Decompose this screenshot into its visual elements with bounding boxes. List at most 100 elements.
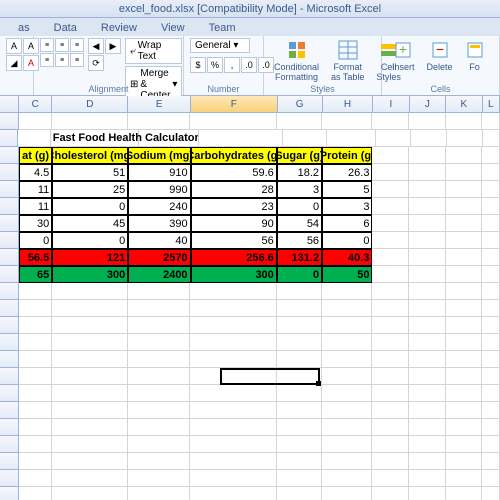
- data-cell[interactable]: 56: [191, 232, 277, 249]
- cell[interactable]: [19, 436, 52, 453]
- cell[interactable]: [277, 113, 322, 130]
- cell[interactable]: [190, 385, 276, 402]
- cell[interactable]: [446, 368, 483, 385]
- cell[interactable]: [322, 487, 372, 500]
- cell[interactable]: [409, 181, 446, 198]
- data-cell[interactable]: 26.3: [322, 164, 372, 181]
- cell[interactable]: [190, 334, 276, 351]
- row-header[interactable]: [0, 317, 19, 334]
- cell[interactable]: [409, 249, 446, 266]
- col-header-D[interactable]: D: [52, 96, 128, 113]
- cell[interactable]: [409, 198, 446, 215]
- row-header[interactable]: [0, 351, 19, 368]
- data-cell[interactable]: 990: [128, 181, 190, 198]
- cell[interactable]: [409, 113, 446, 130]
- cell[interactable]: [19, 453, 52, 470]
- cell[interactable]: [446, 181, 483, 198]
- header-cell[interactable]: Sugar (g): [277, 147, 322, 164]
- total-cell[interactable]: 56.5: [19, 249, 52, 266]
- cell[interactable]: [277, 402, 322, 419]
- cell[interactable]: [446, 317, 483, 334]
- cell[interactable]: [409, 402, 446, 419]
- cell[interactable]: [372, 283, 409, 300]
- cell[interactable]: [322, 283, 372, 300]
- data-cell[interactable]: 28: [191, 181, 277, 198]
- cell[interactable]: [409, 266, 446, 283]
- cell[interactable]: [482, 402, 500, 419]
- data-cell[interactable]: 40: [128, 232, 190, 249]
- row-header[interactable]: [0, 368, 19, 385]
- cell[interactable]: [322, 470, 372, 487]
- cell[interactable]: [52, 487, 128, 500]
- cell[interactable]: [446, 453, 483, 470]
- header-cell[interactable]: at (g): [19, 147, 52, 164]
- conditional-formatting-button[interactable]: Conditional Formatting: [270, 38, 323, 84]
- increase-indent-button[interactable]: ▶: [105, 38, 121, 54]
- cell[interactable]: [446, 164, 483, 181]
- cell[interactable]: [372, 147, 409, 164]
- data-cell[interactable]: 18.2: [277, 164, 322, 181]
- tab-formulas[interactable]: as: [8, 20, 40, 36]
- fill-color-button[interactable]: ◢: [6, 55, 22, 71]
- cell[interactable]: [52, 283, 128, 300]
- orientation-button[interactable]: ⟳: [88, 55, 104, 71]
- cell[interactable]: [446, 249, 483, 266]
- cell[interactable]: [372, 470, 409, 487]
- cell[interactable]: [409, 317, 446, 334]
- row-header[interactable]: [0, 266, 19, 283]
- cell[interactable]: [483, 130, 500, 147]
- cell[interactable]: [409, 334, 446, 351]
- total-cell[interactable]: 256.6: [191, 249, 277, 266]
- header-cell[interactable]: Protein (g): [322, 147, 372, 164]
- cell[interactable]: [446, 300, 483, 317]
- target-cell[interactable]: 50: [322, 266, 372, 283]
- cell[interactable]: [128, 334, 190, 351]
- cell[interactable]: [128, 419, 190, 436]
- data-cell[interactable]: 3: [322, 198, 372, 215]
- cell[interactable]: [446, 470, 483, 487]
- increase-decimal-button[interactable]: .0: [241, 57, 257, 73]
- data-cell[interactable]: 390: [128, 215, 190, 232]
- number-format-dropdown[interactable]: General ▾: [190, 38, 250, 53]
- cell[interactable]: [409, 487, 446, 500]
- cell[interactable]: [52, 113, 128, 130]
- cell[interactable]: [482, 436, 500, 453]
- cell[interactable]: [446, 419, 483, 436]
- row-header[interactable]: [0, 198, 19, 215]
- cell[interactable]: [322, 402, 372, 419]
- tab-team[interactable]: Team: [199, 20, 246, 36]
- cell[interactable]: [446, 198, 483, 215]
- row-header[interactable]: [0, 113, 19, 130]
- cell[interactable]: [322, 351, 372, 368]
- cell[interactable]: [19, 300, 52, 317]
- cell[interactable]: [18, 130, 50, 147]
- cell[interactable]: [409, 436, 446, 453]
- cell[interactable]: [277, 487, 322, 500]
- cell[interactable]: [52, 402, 128, 419]
- cell[interactable]: [277, 283, 322, 300]
- cell[interactable]: [372, 181, 409, 198]
- cell[interactable]: [19, 351, 52, 368]
- target-cell[interactable]: 2400: [128, 266, 190, 283]
- cell[interactable]: [409, 215, 446, 232]
- cell[interactable]: [372, 249, 409, 266]
- cell[interactable]: [128, 300, 190, 317]
- row-header[interactable]: [0, 470, 19, 487]
- cell[interactable]: [128, 470, 190, 487]
- cell[interactable]: [482, 385, 500, 402]
- row-header[interactable]: [0, 419, 19, 436]
- cell[interactable]: [190, 113, 276, 130]
- cell[interactable]: [190, 351, 276, 368]
- cell[interactable]: [482, 181, 500, 198]
- cell[interactable]: [372, 317, 409, 334]
- cell[interactable]: [372, 113, 409, 130]
- cell[interactable]: [409, 232, 446, 249]
- percent-button[interactable]: %: [207, 57, 223, 73]
- cell[interactable]: [52, 436, 128, 453]
- cell[interactable]: [190, 419, 276, 436]
- cell[interactable]: [482, 317, 500, 334]
- cell[interactable]: [52, 470, 128, 487]
- select-all-corner[interactable]: [0, 96, 19, 113]
- cell[interactable]: [372, 232, 409, 249]
- cell[interactable]: [409, 351, 446, 368]
